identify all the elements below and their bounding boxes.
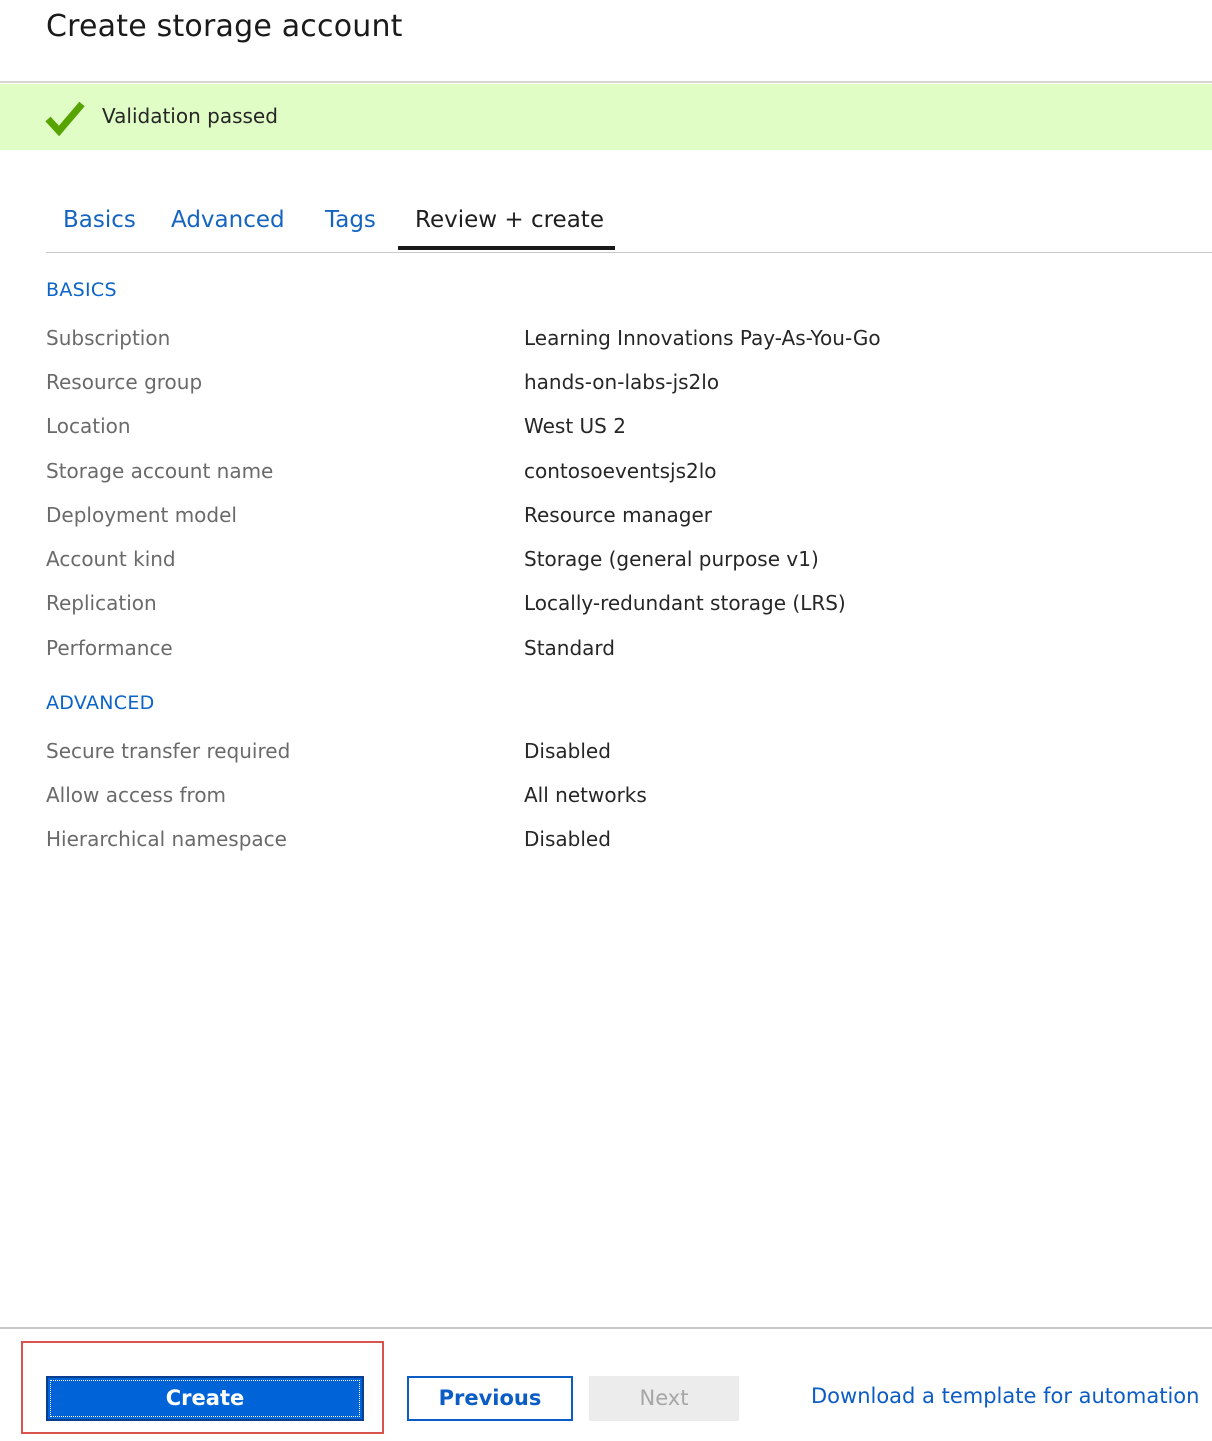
row-label: Account kind [46,547,176,571]
row-value: Disabled [524,827,611,851]
summary-row-account-kind: Account kind Storage (general purpose v1… [46,547,1166,577]
section-heading-advanced: ADVANCED [46,692,155,714]
row-label: Allow access from [46,783,227,807]
active-tab-indicator [398,246,615,250]
title-divider [0,81,1212,83]
page-title: Create storage account [46,9,403,44]
row-label: Secure transfer required [46,739,291,763]
footer-divider [0,1327,1212,1329]
row-value: Disabled [524,739,611,763]
row-value: Standard [524,636,615,660]
next-button: Next [589,1376,739,1421]
validation-message: Validation passed [102,104,278,128]
tab-basics[interactable]: Basics [63,207,136,233]
row-value: Locally-redundant storage (LRS) [524,591,846,615]
create-storage-account-page: Create storage account Validation passed… [0,0,1212,1441]
row-value: hands-on-labs-js2lo [524,370,720,394]
tab-review-create[interactable]: Review + create [415,207,604,233]
validation-banner: Validation passed [0,84,1212,150]
summary-row-hierarchical-namespace: Hierarchical namespace Disabled [46,827,1166,857]
previous-button[interactable]: Previous [407,1376,573,1421]
row-label: Storage account name [46,459,274,483]
row-value: West US 2 [524,414,626,438]
row-label: Resource group [46,370,203,394]
row-label: Performance [46,636,173,660]
summary-row-subscription: Subscription Learning Innovations Pay-As… [46,326,1166,356]
tabs-divider [46,252,1212,253]
row-value: All networks [524,783,647,807]
summary-row-allow-access-from: Allow access from All networks [46,783,1166,813]
row-value: Resource manager [524,503,712,527]
summary-row-secure-transfer: Secure transfer required Disabled [46,739,1166,769]
section-heading-basics: BASICS [46,279,117,301]
row-label: Hierarchical namespace [46,827,287,851]
summary-row-performance: Performance Standard [46,636,1166,666]
summary-row-deployment-model: Deployment model Resource manager [46,503,1166,533]
row-value: Learning Innovations Pay-As-You-Go [524,326,881,350]
create-button[interactable]: Create [46,1376,364,1421]
tab-advanced[interactable]: Advanced [171,207,285,233]
row-value: Storage (general purpose v1) [524,547,819,571]
row-label: Deployment model [46,503,237,527]
checkmark-icon [45,101,85,137]
download-template-link[interactable]: Download a template for automation [811,1384,1199,1408]
row-label: Subscription [46,326,171,350]
summary-row-storage-account-name: Storage account name contosoeventsjs2lo [46,459,1166,489]
row-label: Replication [46,591,157,615]
row-label: Location [46,414,131,438]
summary-row-location: Location West US 2 [46,414,1166,444]
summary-row-resource-group: Resource group hands-on-labs-js2lo [46,370,1166,400]
summary-row-replication: Replication Locally-redundant storage (L… [46,591,1166,621]
row-value: contosoeventsjs2lo [524,459,717,483]
tab-tags[interactable]: Tags [325,207,376,233]
tab-bar: Basics Advanced Tags Review + create [46,199,1212,253]
